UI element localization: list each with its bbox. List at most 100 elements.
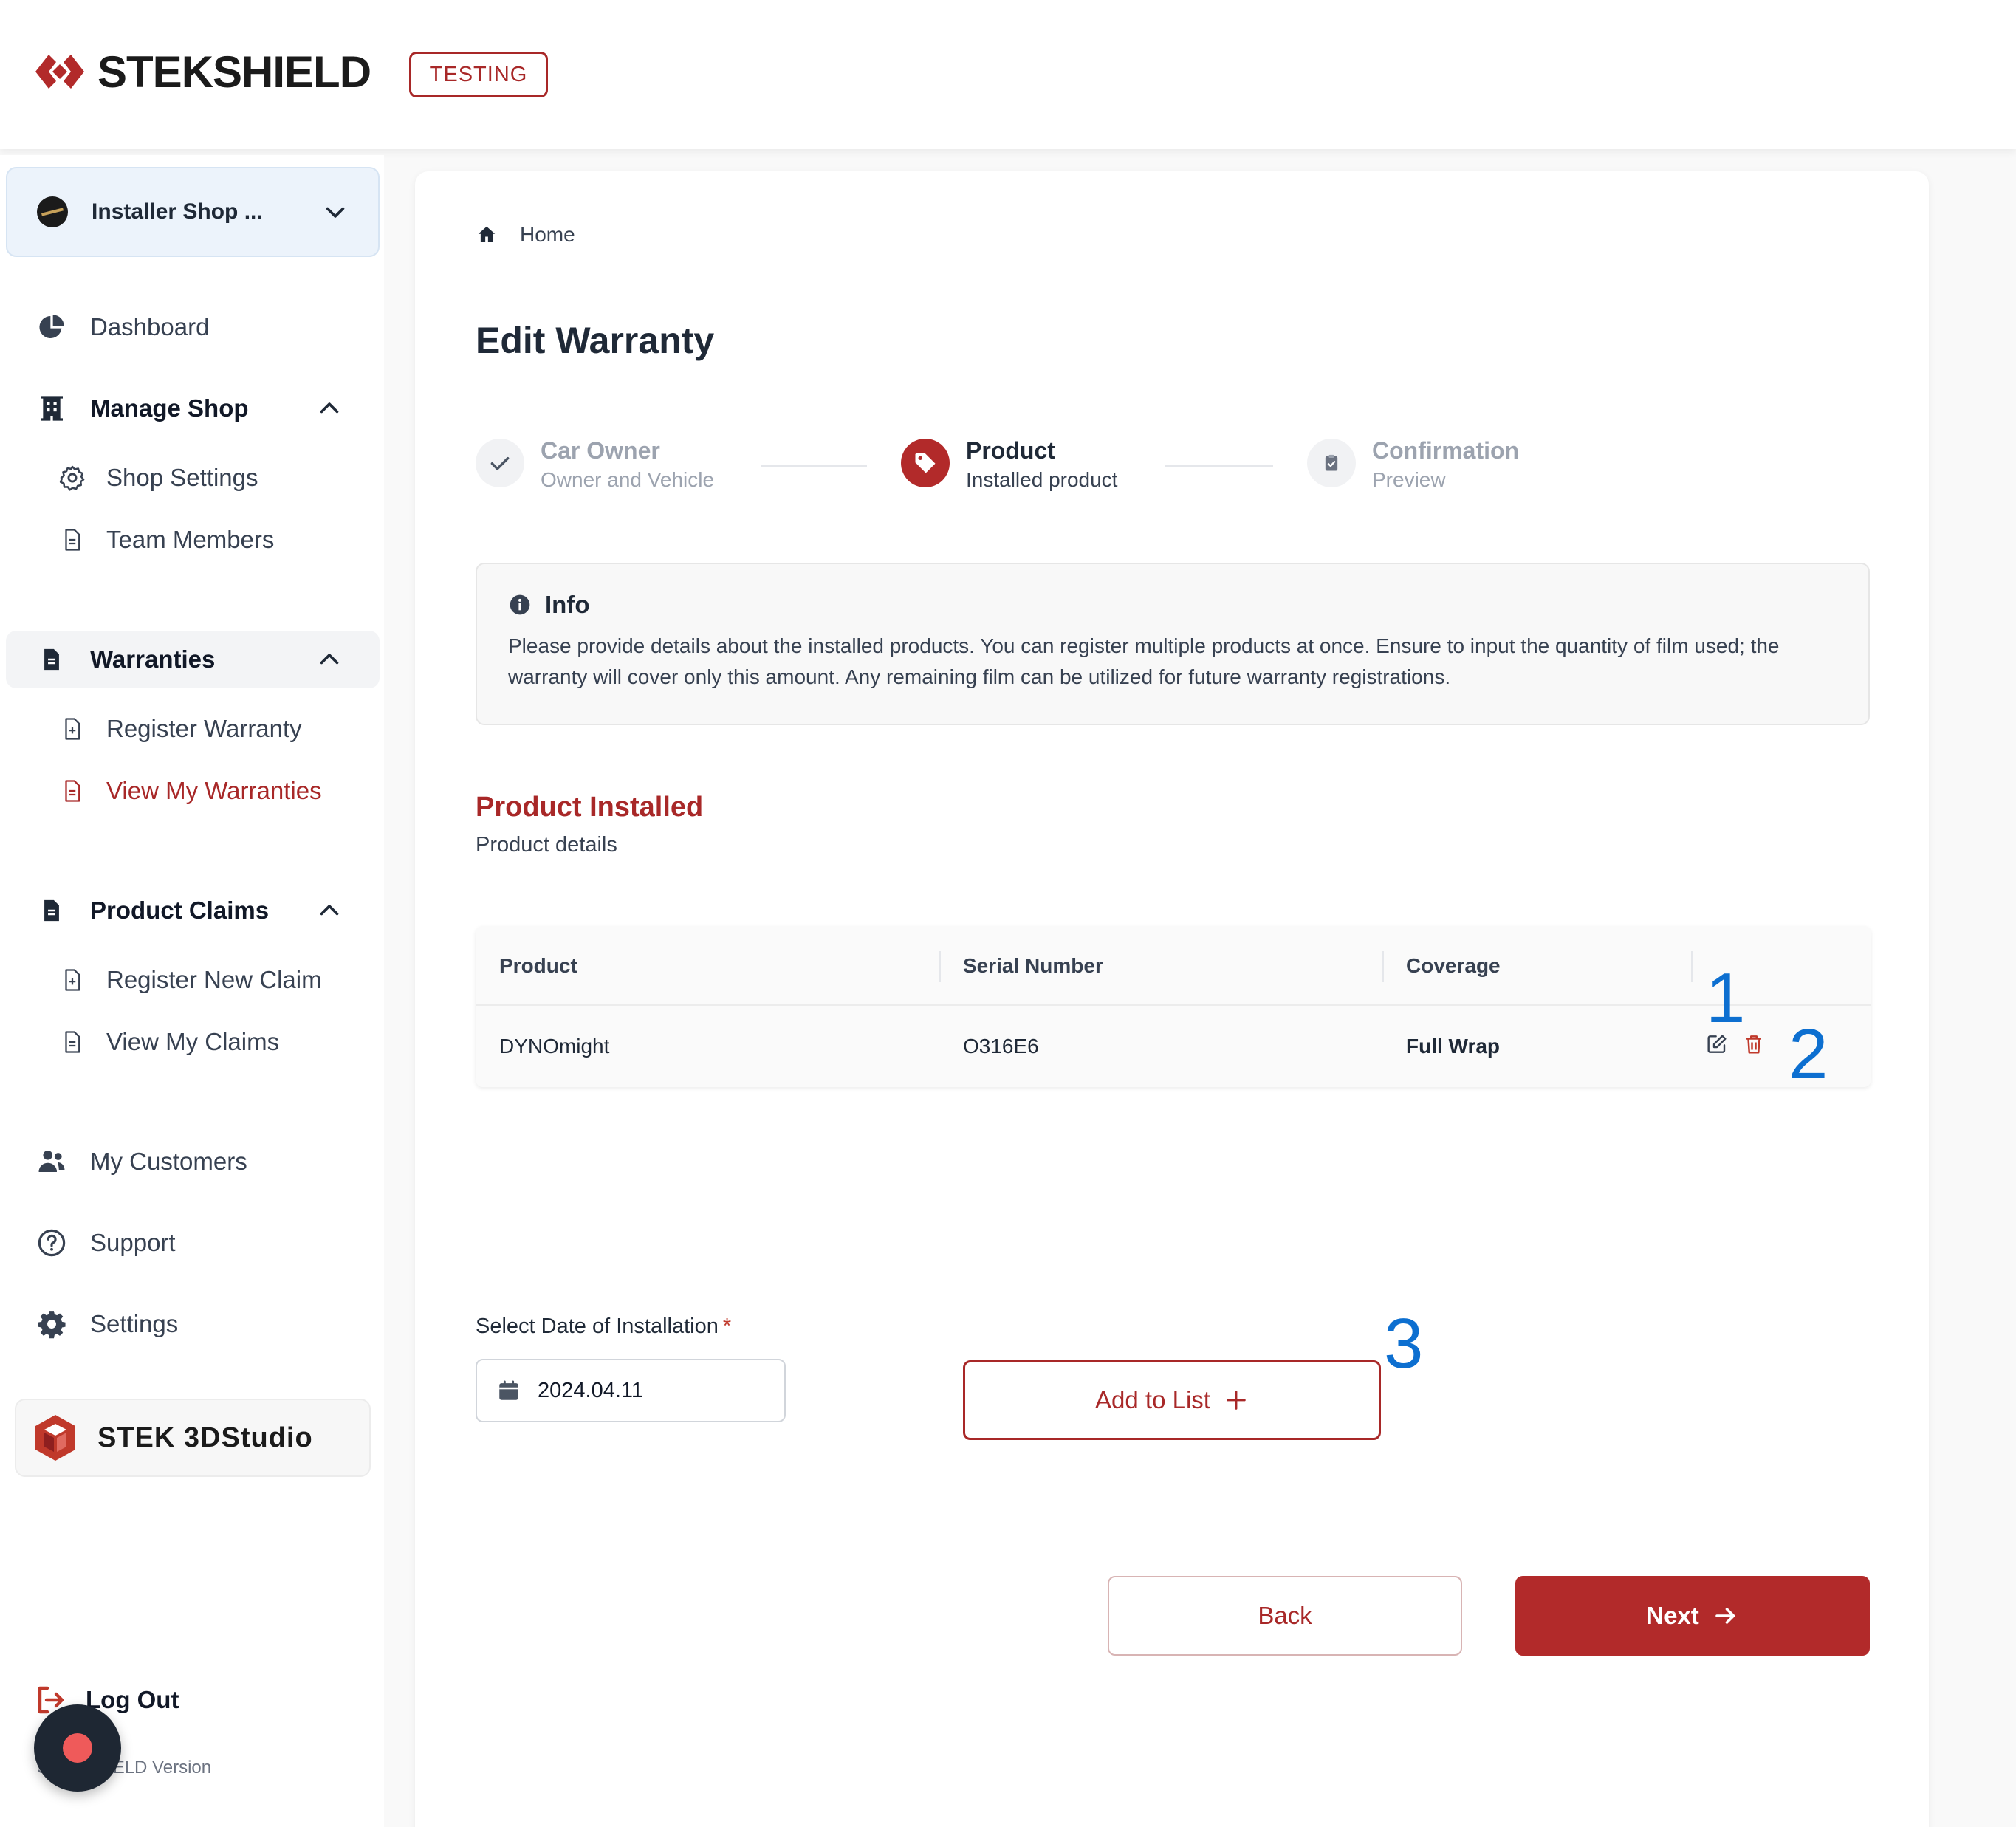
sidebar-item-shop-settings[interactable]: Shop Settings — [58, 452, 258, 504]
sidebar-item-label: Manage Shop — [90, 394, 249, 422]
record-dot-icon — [63, 1733, 92, 1763]
stekshield-logo-mark-icon — [35, 55, 84, 89]
sidebar-group-product-claims[interactable]: Product Claims — [6, 882, 380, 939]
sidebar-item-dashboard[interactable]: Dashboard — [6, 298, 380, 356]
column-header-coverage: Coverage — [1406, 954, 1501, 977]
breadcrumb: Home — [476, 223, 575, 247]
installation-date-input[interactable]: 2024.04.11 — [476, 1359, 786, 1422]
trash-icon — [1746, 1035, 1761, 1054]
step-product[interactable]: Product Installed product — [901, 436, 1117, 495]
document-icon — [58, 525, 87, 555]
pie-chart-icon — [35, 311, 68, 343]
installation-date-value: 2024.04.11 — [538, 1378, 643, 1402]
step-title: Car Owner — [541, 437, 660, 464]
shop-selector-label: Installer Shop ... — [92, 199, 263, 224]
sidebar-group-manage-shop[interactable]: Manage Shop — [6, 380, 380, 437]
document-icon — [58, 776, 87, 806]
sidebar-item-register-new-claim[interactable]: Register New Claim — [58, 954, 322, 1006]
next-button-label: Next — [1646, 1602, 1699, 1629]
page-title: Edit Warranty — [476, 320, 715, 361]
chevron-up-icon[interactable] — [316, 395, 343, 422]
column-separator — [1691, 951, 1693, 982]
chevron-up-icon[interactable] — [316, 897, 343, 924]
recording-fab-button[interactable] — [34, 1704, 121, 1792]
info-alert: Info Please provide details about the in… — [476, 563, 1870, 725]
users-icon — [35, 1145, 68, 1178]
annotation-marker-3: 3 — [1384, 1304, 1424, 1383]
sidebar-item-label: Register Warranty — [106, 715, 302, 742]
back-button[interactable]: Back — [1108, 1576, 1462, 1656]
sidebar-item-label: Settings — [90, 1310, 179, 1337]
main-content-card: Home Edit Warranty Car Owner Owner and V… — [415, 171, 1929, 1827]
stek-3dstudio-link[interactable]: STEK 3DStudio — [15, 1399, 371, 1477]
annotation-marker-2: 2 — [1789, 1015, 1828, 1094]
chevron-down-icon — [326, 207, 345, 218]
cell-serial-number: O316E6 — [963, 1035, 1039, 1058]
info-text: Please provide details about the install… — [508, 634, 1780, 688]
sidebar-item-my-customers[interactable]: My Customers — [6, 1133, 380, 1190]
stek-3dstudio-label: STEK 3DStudio — [97, 1422, 313, 1453]
step-title: Confirmation — [1372, 437, 1520, 464]
environment-badge: TESTING — [409, 52, 548, 97]
sidebar-item-support[interactable]: Support — [6, 1214, 380, 1272]
gear-icon — [35, 1308, 68, 1340]
document-filled-icon — [35, 643, 68, 676]
step-connector — [1165, 465, 1273, 467]
sidebar-item-view-my-claims[interactable]: View My Claims — [58, 1016, 279, 1068]
question-circle-icon — [35, 1227, 68, 1259]
sidebar-item-label: Dashboard — [90, 313, 210, 340]
sidebar-item-team-members[interactable]: Team Members — [58, 514, 274, 566]
sidebar-item-label: Warranties — [90, 645, 216, 673]
gear-outline-icon — [58, 463, 87, 493]
tag-icon — [901, 439, 950, 487]
installation-date-label-text: Select Date of Installation — [476, 1314, 719, 1338]
sidebar-item-label: Team Members — [106, 526, 275, 553]
clipboard-check-icon — [1307, 439, 1356, 487]
step-connector — [761, 465, 867, 467]
shop-selector[interactable]: Installer Shop ... — [6, 167, 380, 257]
next-button[interactable]: Next — [1515, 1576, 1870, 1656]
add-to-list-label: Add to List — [1095, 1386, 1210, 1413]
step-car-owner[interactable]: Car Owner Owner and Vehicle — [476, 436, 714, 495]
required-asterisk: * — [722, 1314, 732, 1338]
step-subtitle: Preview — [1372, 468, 1446, 491]
stek-3dstudio-logo-icon — [35, 1415, 75, 1461]
products-table: Product Serial Number Coverage DYNOmight… — [476, 926, 1871, 1087]
sidebar-item-register-warranty[interactable]: Register Warranty — [58, 703, 302, 755]
cell-product: DYNOmight — [499, 1035, 610, 1058]
sidebar-item-label: Shop Settings — [106, 464, 258, 491]
sidebar: Installer Shop ... Dashboard Manage Shop… — [0, 155, 384, 1827]
table-header: Product Serial Number Coverage — [476, 926, 1871, 1006]
shop-avatar — [37, 196, 68, 227]
column-header-serial-number: Serial Number — [963, 954, 1103, 977]
column-header-product: Product — [499, 954, 577, 977]
brand-name: STEKSHIELD — [97, 47, 371, 97]
column-separator — [1382, 951, 1384, 982]
installation-date-label: Select Date of Installation * — [476, 1314, 731, 1339]
sidebar-item-label: Support — [90, 1229, 176, 1256]
step-confirmation[interactable]: Confirmation Preview — [1307, 436, 1519, 495]
annotation-marker-1: 1 — [1706, 959, 1746, 1038]
sidebar-item-label: View My Claims — [106, 1028, 280, 1055]
stekshield-logo[interactable]: STEKSHIELD — [32, 44, 371, 99]
document-filled-icon — [35, 894, 68, 927]
info-circle-icon — [510, 594, 530, 615]
sidebar-item-settings[interactable]: Settings — [6, 1295, 380, 1353]
delete-button[interactable] — [1741, 1031, 1766, 1058]
add-to-list-button[interactable]: Add to List — [963, 1360, 1381, 1440]
sidebar-item-label: Register New Claim — [106, 966, 322, 993]
calendar-icon — [499, 1380, 518, 1400]
home-icon[interactable] — [476, 224, 498, 246]
step-subtitle: Installed product — [966, 468, 1118, 491]
section-subtitle: Product details — [476, 833, 617, 857]
back-button-label: Back — [1258, 1602, 1312, 1629]
building-icon — [35, 392, 68, 425]
sidebar-item-view-my-warranties[interactable]: View My Warranties — [58, 765, 322, 817]
step-title: Product — [966, 437, 1055, 464]
sidebar-group-warranties[interactable]: Warranties — [6, 631, 380, 688]
breadcrumb-home-link[interactable]: Home — [520, 223, 575, 247]
top-header: STEKSHIELD TESTING — [0, 0, 2016, 149]
chevron-up-icon[interactable] — [316, 646, 343, 673]
arrow-right-icon — [1715, 1608, 1735, 1624]
section-title: Product Installed — [476, 792, 704, 823]
